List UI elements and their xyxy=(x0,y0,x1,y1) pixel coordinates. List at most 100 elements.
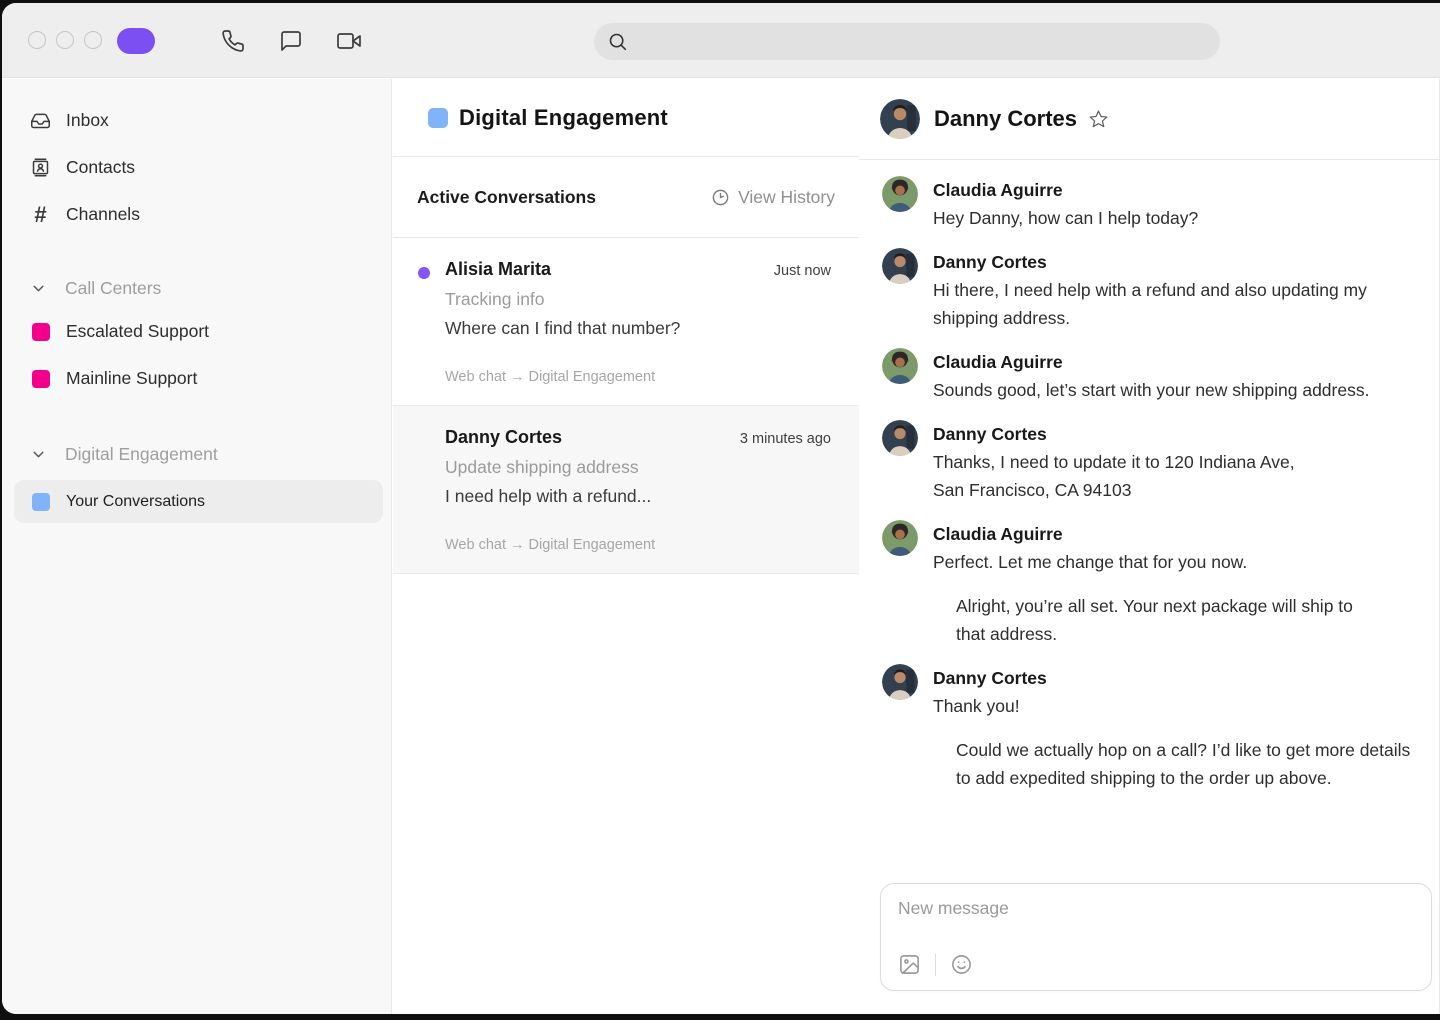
composer-divider xyxy=(935,954,936,976)
message: Danny Cortes Thanks, I need to update it… xyxy=(882,420,1439,504)
sidebar-item-your-conversations[interactable]: Your Conversations xyxy=(14,480,383,523)
message: Claudia Aguirre Sounds good, let’s start… xyxy=(882,348,1439,404)
chat-header: Danny Cortes xyxy=(859,79,1439,160)
message: Claudia Aguirre Hey Danny, how can I hel… xyxy=(882,176,1439,232)
channel-color-swatch xyxy=(428,108,448,128)
message-text: Could we actually hop on a call? I’d lik… xyxy=(956,736,1439,764)
conversation-name: Danny Cortes xyxy=(445,427,562,448)
avatar xyxy=(882,420,918,456)
section-label: Call Centers xyxy=(65,278,161,299)
app-window: Inbox Contacts # Channels Call Centers xyxy=(2,3,1440,1014)
favorite-star-icon[interactable] xyxy=(1088,109,1109,130)
message: Danny Cortes Hi there, I need help with … xyxy=(882,248,1439,332)
conversations-panel: Digital Engagement Active Conversations … xyxy=(393,79,859,1014)
message-text: Hi there, I need help with a refund and … xyxy=(933,276,1367,304)
sidebar-item-label: Channels xyxy=(66,204,140,225)
message-text: San Francisco, CA 94103 xyxy=(933,476,1295,504)
sidebar: Inbox Contacts # Channels Call Centers xyxy=(2,79,392,1014)
message-composer[interactable] xyxy=(880,883,1432,991)
page-title: Digital Engagement xyxy=(459,105,668,131)
conversation-subject: Update shipping address xyxy=(445,457,831,478)
avatar xyxy=(882,248,918,284)
clock-icon xyxy=(711,188,730,207)
sidebar-item-escalated-support[interactable]: Escalated Support xyxy=(2,308,391,355)
message-text: Alright, you’re all set. Your next packa… xyxy=(956,592,1439,620)
conversation-row-alisia[interactable]: Alisia Marita Just now Tracking info Whe… xyxy=(393,238,859,406)
sidebar-item-label: Inbox xyxy=(66,110,109,131)
message-list: Claudia Aguirre Hey Danny, how can I hel… xyxy=(859,160,1439,792)
chevron-down-icon xyxy=(30,446,47,463)
panel-header: Digital Engagement xyxy=(393,79,859,157)
avatar xyxy=(882,176,918,212)
chat-contact-name: Danny Cortes xyxy=(934,106,1077,132)
channel-color-swatch xyxy=(32,493,50,511)
section-call-centers[interactable]: Call Centers xyxy=(2,268,391,308)
conversation-preview: Where can I find that number? xyxy=(445,318,831,339)
sidebar-item-contacts[interactable]: Contacts xyxy=(2,144,391,191)
message-text: Thank you! xyxy=(933,692,1047,720)
conversation-subject: Tracking info xyxy=(445,289,831,310)
chevron-down-icon xyxy=(30,280,47,297)
message-text: Perfect. Let me change that for you now. xyxy=(933,548,1247,576)
sidebar-item-label: Contacts xyxy=(66,157,135,178)
section-digital-engagement[interactable]: Digital Engagement xyxy=(2,434,391,474)
messages-icon[interactable] xyxy=(279,29,303,53)
conversation-time: 3 minutes ago xyxy=(740,431,831,447)
avatar xyxy=(882,520,918,556)
window-close-button[interactable] xyxy=(28,31,46,49)
message-sender: Danny Cortes xyxy=(933,664,1047,692)
sidebar-item-inbox[interactable]: Inbox xyxy=(2,97,391,144)
message-continuation: Alright, you’re all set. Your next packa… xyxy=(956,592,1439,648)
search-bar[interactable] xyxy=(594,23,1220,60)
message-sender: Claudia Aguirre xyxy=(933,348,1369,376)
avatar xyxy=(882,348,918,384)
phone-icon[interactable] xyxy=(221,29,245,53)
message-sender: Claudia Aguirre xyxy=(933,520,1247,548)
conversation-row-danny[interactable]: Danny Cortes 3 minutes ago Update shippi… xyxy=(393,406,859,574)
avatar xyxy=(882,664,918,700)
conversation-preview: I need help with a refund... xyxy=(445,486,831,507)
message-sender: Danny Cortes xyxy=(933,420,1295,448)
channel-color-swatch xyxy=(32,370,50,388)
message-text: Hey Danny, how can I help today? xyxy=(933,204,1198,232)
contacts-icon xyxy=(30,157,51,178)
message-continuation: Could we actually hop on a call? I’d lik… xyxy=(956,736,1439,792)
message: Danny Cortes Thank you! xyxy=(882,664,1439,720)
new-message-input[interactable] xyxy=(898,898,1398,919)
view-history-button[interactable]: View History xyxy=(711,187,835,208)
channel-label: Mainline Support xyxy=(66,368,197,389)
search-input[interactable] xyxy=(628,33,1220,51)
message-text: that address. xyxy=(956,620,1439,648)
message-sender: Claudia Aguirre xyxy=(933,176,1198,204)
unread-dot xyxy=(418,267,430,279)
emoji-icon[interactable] xyxy=(950,953,973,976)
message: Claudia Aguirre Perfect. Let me change t… xyxy=(882,520,1439,576)
view-history-label: View History xyxy=(738,187,835,208)
inbox-icon xyxy=(30,110,51,131)
message-text: Sounds good, let’s start with your new s… xyxy=(933,376,1369,404)
message-text: shipping address. xyxy=(933,304,1367,332)
attach-image-icon[interactable] xyxy=(898,953,921,976)
channel-label: Escalated Support xyxy=(66,321,209,342)
conversation-channel-meta: Web chat → Digital Engagement xyxy=(445,537,831,553)
message-text: Thanks, I need to update it to 120 India… xyxy=(933,448,1295,476)
dialpad-logo-icon xyxy=(116,25,156,57)
titlebar xyxy=(2,3,1440,78)
list-header-title: Active Conversations xyxy=(417,187,596,208)
conversation-time: Just now xyxy=(774,263,831,279)
chat-panel: Danny Cortes Claudia Aguirre Hey Danny, … xyxy=(859,79,1440,1014)
channel-label: Your Conversations xyxy=(66,493,205,511)
message-text: to add expedited shipping to the order u… xyxy=(956,764,1439,792)
sidebar-item-mainline-support[interactable]: Mainline Support xyxy=(2,355,391,402)
hash-icon: # xyxy=(30,204,51,225)
active-conversations-header: Active Conversations View History xyxy=(393,157,859,238)
window-zoom-button[interactable] xyxy=(84,31,102,49)
message-sender: Danny Cortes xyxy=(933,248,1367,276)
window-minimize-button[interactable] xyxy=(56,31,74,49)
sidebar-item-channels[interactable]: # Channels xyxy=(2,191,391,238)
video-icon[interactable] xyxy=(337,29,361,53)
section-label: Digital Engagement xyxy=(65,444,218,465)
search-icon xyxy=(607,31,628,52)
channel-color-swatch xyxy=(32,323,50,341)
avatar xyxy=(880,99,920,139)
